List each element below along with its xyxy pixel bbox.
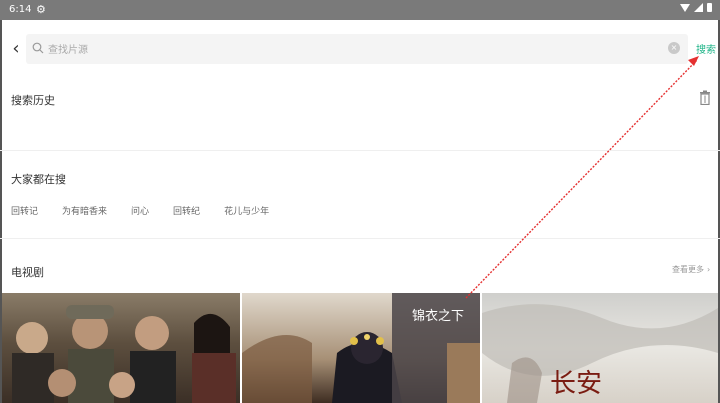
trending-tag[interactable]: 回转记	[11, 204, 38, 217]
battery-icon	[707, 3, 712, 12]
trending-tag[interactable]: 问心	[131, 204, 149, 217]
trending-tags: 回转记 为有暗香来 问心 回转纪 花儿与少年	[11, 204, 269, 217]
status-bar: 6:14 ⚙	[0, 0, 720, 20]
trending-title: 大家都在搜	[11, 173, 66, 186]
search-input[interactable]	[46, 34, 670, 66]
poster-title: 锦衣之下	[412, 309, 465, 324]
status-time: 6:14	[9, 4, 32, 15]
trending-tag[interactable]: 为有暗香来	[62, 204, 107, 217]
section-divider	[0, 238, 720, 239]
trending-tag[interactable]: 回转纪	[173, 204, 200, 217]
poster-title: 长安	[550, 369, 603, 399]
search-box[interactable]: ×	[26, 34, 688, 66]
status-icons	[680, 3, 712, 12]
search-icon	[32, 42, 44, 54]
search-button[interactable]: 搜索	[694, 40, 718, 56]
poster-artwork-group-portrait	[12, 305, 236, 403]
search-history-title: 搜索历史	[11, 94, 55, 107]
cell-signal-icon	[694, 3, 703, 12]
search-header: ‹ × 搜索	[0, 20, 720, 78]
chevron-right-icon: ›	[707, 265, 711, 274]
section-divider	[0, 150, 720, 151]
wifi-icon	[680, 3, 690, 12]
tv-poster[interactable]	[2, 293, 240, 403]
clear-icon[interactable]: ×	[668, 42, 680, 54]
tv-poster-row: 锦衣之下 长安	[0, 293, 720, 403]
trash-icon[interactable]	[699, 90, 711, 105]
trending-tag[interactable]: 花儿与少年	[224, 204, 269, 217]
view-more-link[interactable]: 查看更多 ›	[672, 264, 710, 275]
tv-section-title: 电视剧	[11, 266, 44, 279]
tv-poster[interactable]: 锦衣之下	[242, 293, 480, 403]
settings-gear-icon: ⚙	[36, 3, 46, 16]
view-more-label: 查看更多	[672, 265, 704, 274]
tv-poster[interactable]: 长安	[482, 293, 718, 403]
back-chevron-icon[interactable]: ‹	[8, 38, 24, 59]
